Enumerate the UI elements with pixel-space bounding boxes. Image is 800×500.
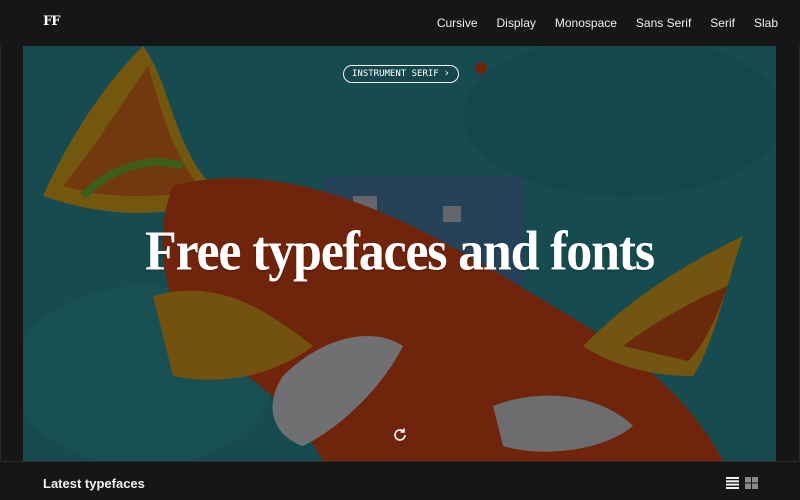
section-title: Latest typefaces (43, 476, 145, 491)
nav-serif[interactable]: Serif (710, 16, 735, 30)
chevron-right-icon: › (443, 68, 450, 79)
logo[interactable]: FF (43, 14, 60, 29)
nav-monospace[interactable]: Monospace (555, 16, 617, 30)
hero-banner: INSTRUMENT SERIF › Free typefaces and fo… (23, 46, 776, 461)
list-view-icon[interactable] (726, 476, 739, 489)
hero-headline: Free typefaces and fonts (145, 220, 655, 283)
view-toggle (726, 476, 758, 489)
section-header: Latest typefaces (0, 461, 800, 500)
featured-font-label: INSTRUMENT SERIF (352, 69, 439, 79)
featured-font-badge[interactable]: INSTRUMENT SERIF › (343, 65, 459, 83)
nav-slab[interactable]: Slab (754, 16, 778, 30)
nav-sans-serif[interactable]: Sans Serif (636, 16, 691, 30)
grid-view-icon[interactable] (745, 476, 758, 489)
nav-display[interactable]: Display (497, 16, 536, 30)
nav-cursive[interactable]: Cursive (437, 16, 478, 30)
category-nav: Cursive Display Monospace Sans Serif Ser… (418, 16, 778, 30)
top-navigation: FF Cursive Display Monospace Sans Serif … (0, 0, 800, 46)
reload-icon[interactable] (391, 426, 409, 444)
